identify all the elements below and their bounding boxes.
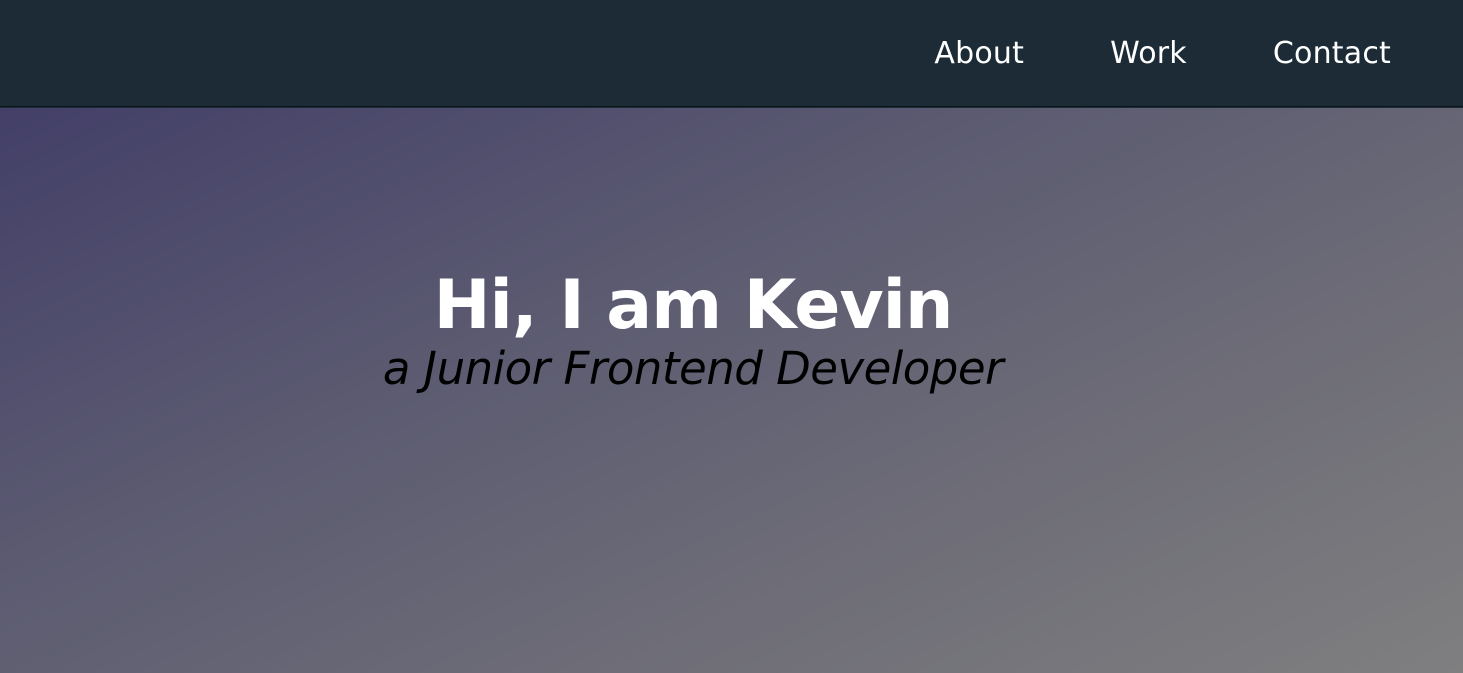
- nav-link-contact[interactable]: Contact: [1273, 38, 1391, 69]
- nav-menu: About Work Contact: [934, 0, 1463, 107]
- hero-content: Hi, I am Kevin a Junior Frontend Develop…: [0, 266, 1386, 396]
- nav-link-about[interactable]: About: [934, 38, 1024, 69]
- nav-link-work[interactable]: Work: [1110, 38, 1187, 69]
- hero-subtitle: a Junior Frontend Developer: [382, 342, 1004, 396]
- top-navbar: About Work Contact: [0, 0, 1463, 107]
- hero-section: Hi, I am Kevin a Junior Frontend Develop…: [0, 108, 1463, 673]
- hero-title: Hi, I am Kevin: [433, 266, 954, 345]
